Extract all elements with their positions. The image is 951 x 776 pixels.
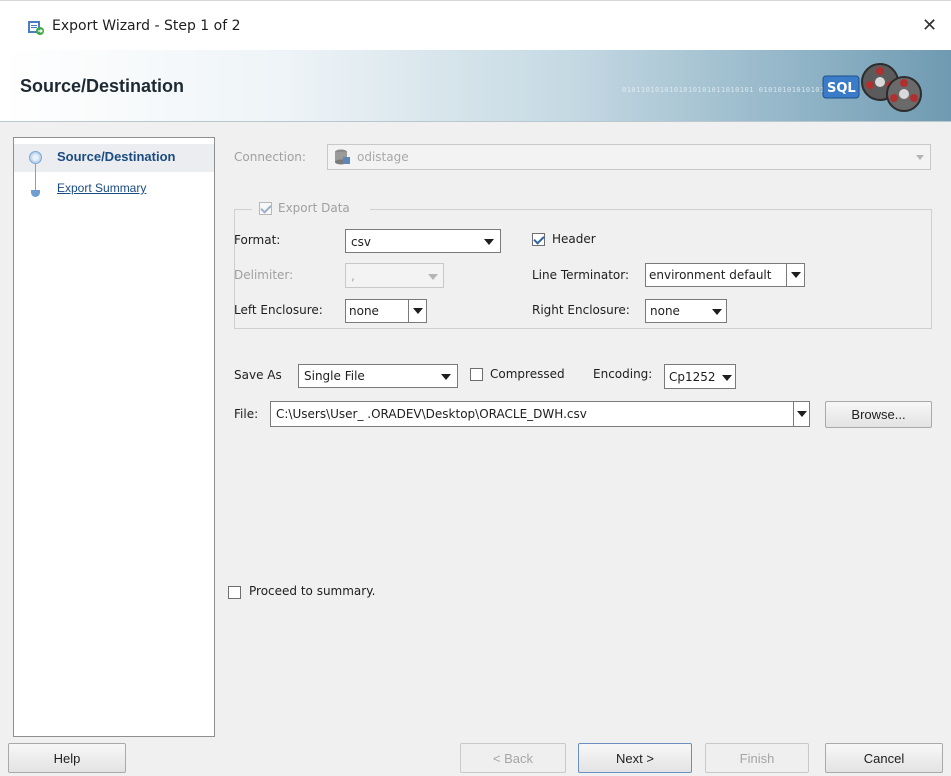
delimiter-label: Delimiter: [234, 268, 294, 282]
back-button: < Back [460, 743, 566, 773]
file-path-value: C:\Users\User_ .ORADEV\Desktop\ORACLE_DW… [276, 407, 587, 421]
compressed-checkbox[interactable] [470, 368, 483, 381]
header-checkbox-label: Header [552, 232, 596, 246]
format-select[interactable]: csv [345, 229, 501, 253]
step-icon [31, 190, 40, 197]
delimiter-select: , [345, 263, 444, 288]
sql-film-reels-icon: SQL [822, 63, 922, 112]
left-enclosure-value: none [349, 304, 379, 318]
chevron-down-icon [408, 300, 426, 322]
svg-text:SQL: SQL [827, 81, 856, 96]
connection-value: odistage [357, 150, 409, 164]
chevron-down-icon [428, 274, 438, 280]
nav-connector [35, 164, 36, 190]
format-label: Format: [234, 233, 281, 247]
format-value: csv [351, 235, 371, 249]
nav-item-export-summary[interactable]: Export Summary [57, 181, 146, 195]
save-as-value: Single File [304, 369, 365, 383]
chevron-down-icon [722, 375, 732, 381]
window-title-bar: Export Wizard - Step 1 of 2 ✕ [0, 0, 951, 50]
proceed-summary-label: Proceed to summary. [249, 584, 376, 598]
compressed-label: Compressed [490, 367, 565, 381]
export-data-label: Export Data [278, 201, 350, 215]
cancel-button[interactable]: Cancel [825, 743, 943, 773]
encoding-label: Encoding: [593, 367, 653, 381]
left-enclosure-select[interactable]: none [345, 299, 427, 323]
save-as-select[interactable]: Single File [298, 364, 458, 388]
chevron-down-icon [484, 239, 494, 245]
encoding-value: Cp1252 [669, 370, 716, 384]
wizard-header-banner: Source/Destination 010110101010101010101… [0, 50, 951, 122]
file-path-combo[interactable]: C:\Users\User_ .ORADEV\Desktop\ORACLE_DW… [270, 401, 810, 427]
proceed-summary-checkbox[interactable] [228, 586, 241, 599]
right-enclosure-select[interactable]: none [645, 299, 727, 323]
page-title: Source/Destination [20, 76, 185, 96]
help-button[interactable]: Help [8, 743, 126, 773]
left-enclosure-label: Left Enclosure: [234, 303, 323, 317]
connection-label: Connection: [234, 150, 306, 164]
chevron-down-icon [712, 309, 722, 315]
delimiter-value: , [351, 269, 355, 283]
save-as-label: Save As [234, 368, 282, 382]
wizard-steps-panel: Source/Destination Export Summary [13, 137, 215, 737]
right-enclosure-value: none [650, 304, 680, 318]
window-title: Export Wizard - Step 1 of 2 [52, 18, 241, 34]
export-data-checkbox [259, 202, 272, 215]
file-label: File: [234, 407, 259, 421]
nav-item-label[interactable]: Source/Destination [57, 149, 175, 164]
line-terminator-select[interactable]: environment default [645, 263, 805, 287]
next-button[interactable]: Next > [578, 743, 692, 773]
finish-button: Finish [705, 743, 809, 773]
chevron-down-icon [441, 374, 451, 380]
close-icon[interactable]: ✕ [922, 15, 937, 36]
current-step-icon [29, 151, 42, 164]
chevron-down-icon[interactable] [793, 402, 809, 426]
chevron-down-icon [786, 264, 804, 286]
binary-decoration: 0101101010101010101011010101 01010101010… [622, 86, 835, 94]
line-terminator-value: environment default [649, 268, 772, 282]
right-enclosure-label: Right Enclosure: [532, 303, 630, 317]
line-terminator-label: Line Terminator: [532, 268, 630, 282]
connection-select: odistage [327, 144, 931, 170]
export-wizard-icon [28, 21, 44, 35]
header-checkbox[interactable] [532, 233, 545, 246]
database-icon [335, 149, 350, 165]
browse-button[interactable]: Browse... [825, 401, 932, 428]
encoding-select[interactable]: Cp1252 [664, 364, 736, 389]
chevron-down-icon [916, 155, 924, 160]
